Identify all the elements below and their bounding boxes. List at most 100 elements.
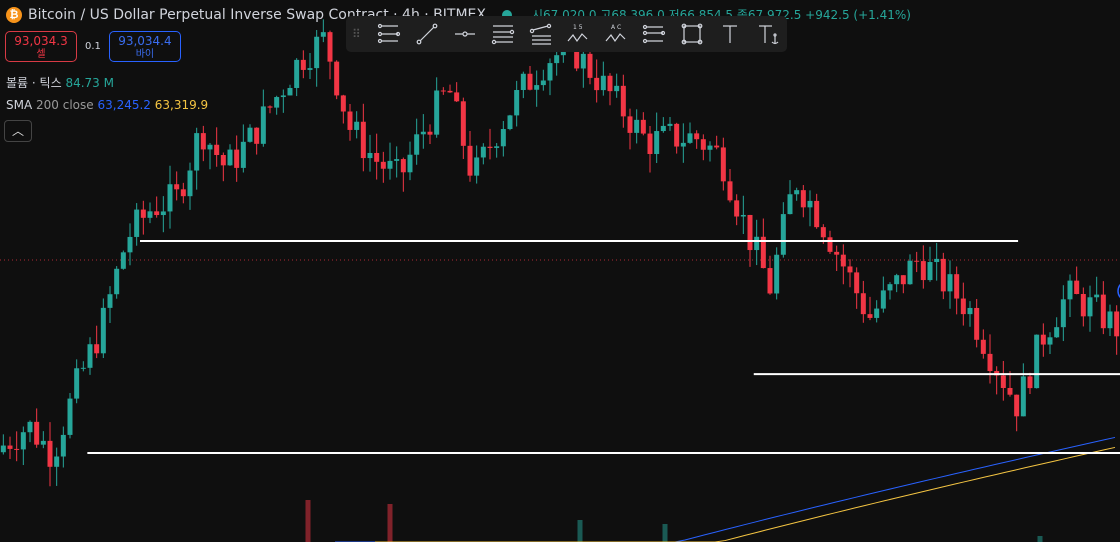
- candle-body: [747, 214, 753, 251]
- candle-body: [1114, 311, 1120, 337]
- drag-handle-icon[interactable]: ⠿: [352, 27, 364, 41]
- text-tool[interactable]: [711, 19, 749, 49]
- candle-body: [340, 95, 346, 112]
- candle-body: [714, 145, 720, 148]
- anchored-text-tool[interactable]: [749, 19, 787, 49]
- candle-body: [420, 131, 426, 135]
- candle-body: [100, 307, 106, 354]
- candle-body: [974, 307, 980, 340]
- volume-legend[interactable]: 볼륨 · 틱스 84.73 M: [6, 74, 114, 91]
- buy-button[interactable]: 93,034.4 바이: [108, 31, 181, 62]
- candle-body: [60, 434, 66, 457]
- candle-body: [620, 85, 626, 117]
- candle-body: [107, 294, 113, 308]
- candle-body: [940, 258, 946, 292]
- candle-body: [514, 90, 520, 116]
- candle-body: [300, 59, 306, 70]
- candle-body: [407, 154, 413, 173]
- candle-body: [774, 254, 780, 294]
- candle-body: [1107, 311, 1113, 329]
- candle-body: [154, 211, 160, 216]
- candle-body: [987, 353, 993, 372]
- candle-body: [34, 421, 40, 445]
- bitcoin-icon: ₿: [6, 6, 22, 23]
- candle-body: [927, 262, 933, 281]
- candle-body: [540, 80, 546, 86]
- candle-body: [414, 134, 420, 155]
- candle-body: [487, 146, 493, 148]
- candle-body: [800, 190, 806, 208]
- candle-body: [447, 90, 453, 93]
- candle-body: [1054, 327, 1060, 338]
- candle-body: [594, 77, 600, 91]
- pitchfork-tool[interactable]: [522, 19, 560, 49]
- candle-body: [74, 368, 80, 399]
- candle-body: [334, 61, 340, 96]
- candle-body: [907, 260, 913, 285]
- candle-body: [934, 258, 940, 263]
- candle-body: [947, 274, 953, 292]
- buy-label: 바이: [135, 49, 155, 60]
- candle-body: [607, 75, 613, 92]
- sma-params: 200 close: [36, 98, 94, 112]
- rectangle-tool[interactable]: [673, 19, 711, 49]
- trend-line-tool[interactable]: [408, 19, 446, 49]
- candle-body: [847, 266, 853, 273]
- elliott-wave-letters-tool[interactable]: A C: [597, 19, 635, 49]
- candle-body: [627, 116, 633, 133]
- candle-body: [1087, 297, 1093, 317]
- volume-bar: [577, 520, 583, 542]
- candle-body: [394, 159, 400, 161]
- candle-body: [687, 133, 693, 143]
- candle-body: [694, 133, 700, 140]
- elliott-wave-numbers-tool[interactable]: 1 5: [560, 19, 598, 49]
- candle-body: [1067, 280, 1073, 300]
- candle-body: [480, 146, 486, 158]
- candle-body: [214, 144, 220, 156]
- fib-retracement-icon: [377, 23, 401, 44]
- candle-body: [860, 293, 866, 315]
- candle-body: [327, 32, 333, 62]
- sma-legend[interactable]: SMA 200 close 63,245.2 63,319.9: [6, 98, 208, 112]
- volume-bar: [305, 500, 311, 542]
- candle-body: [520, 73, 526, 91]
- candle-body: [1007, 387, 1013, 395]
- candle-body: [867, 314, 873, 318]
- candle-body: [427, 131, 433, 135]
- svg-text:1 5: 1 5: [573, 24, 583, 31]
- candle-body: [374, 152, 380, 162]
- pitchfork-icon: [529, 23, 551, 45]
- candle-body: [734, 200, 740, 217]
- candle-body: [54, 456, 60, 467]
- candle-body: [460, 101, 466, 146]
- parallel-lines-tool[interactable]: [484, 19, 522, 49]
- elliott-wave-numbers-icon: 1 5: [567, 24, 588, 43]
- candle-body: [654, 131, 660, 155]
- candle-body: [120, 252, 126, 269]
- order-quantity[interactable]: 0.1: [85, 41, 101, 52]
- fib-retracement-tool[interactable]: [370, 19, 408, 49]
- volume-label: 볼륨 · 틱스: [6, 76, 62, 90]
- candle-body: [840, 254, 846, 267]
- candle-body: [367, 152, 373, 159]
- candle-body: [580, 53, 586, 69]
- rectangle-icon: [681, 23, 703, 45]
- sma-label: SMA: [6, 98, 33, 112]
- fib-extension-tool[interactable]: [635, 19, 673, 49]
- chevron-up-icon[interactable]: ︿: [4, 120, 32, 142]
- candle-body: [754, 236, 760, 251]
- candle-body: [400, 159, 406, 173]
- candle-body: [1027, 376, 1033, 389]
- horizontal-ray-tool[interactable]: [446, 19, 484, 49]
- candle-body: [280, 95, 286, 98]
- candle-body: [660, 125, 666, 132]
- candle-body: [1060, 299, 1066, 328]
- sma-line-yellow: [375, 446, 1116, 542]
- candle-body: [147, 211, 153, 218]
- candle-body: [954, 274, 960, 299]
- price-chart[interactable]: [0, 0, 1120, 542]
- candle-body: [880, 290, 886, 309]
- candle-body: [634, 119, 640, 133]
- sell-button[interactable]: 93,034.3 셀: [5, 31, 77, 62]
- candle-body: [1000, 375, 1006, 388]
